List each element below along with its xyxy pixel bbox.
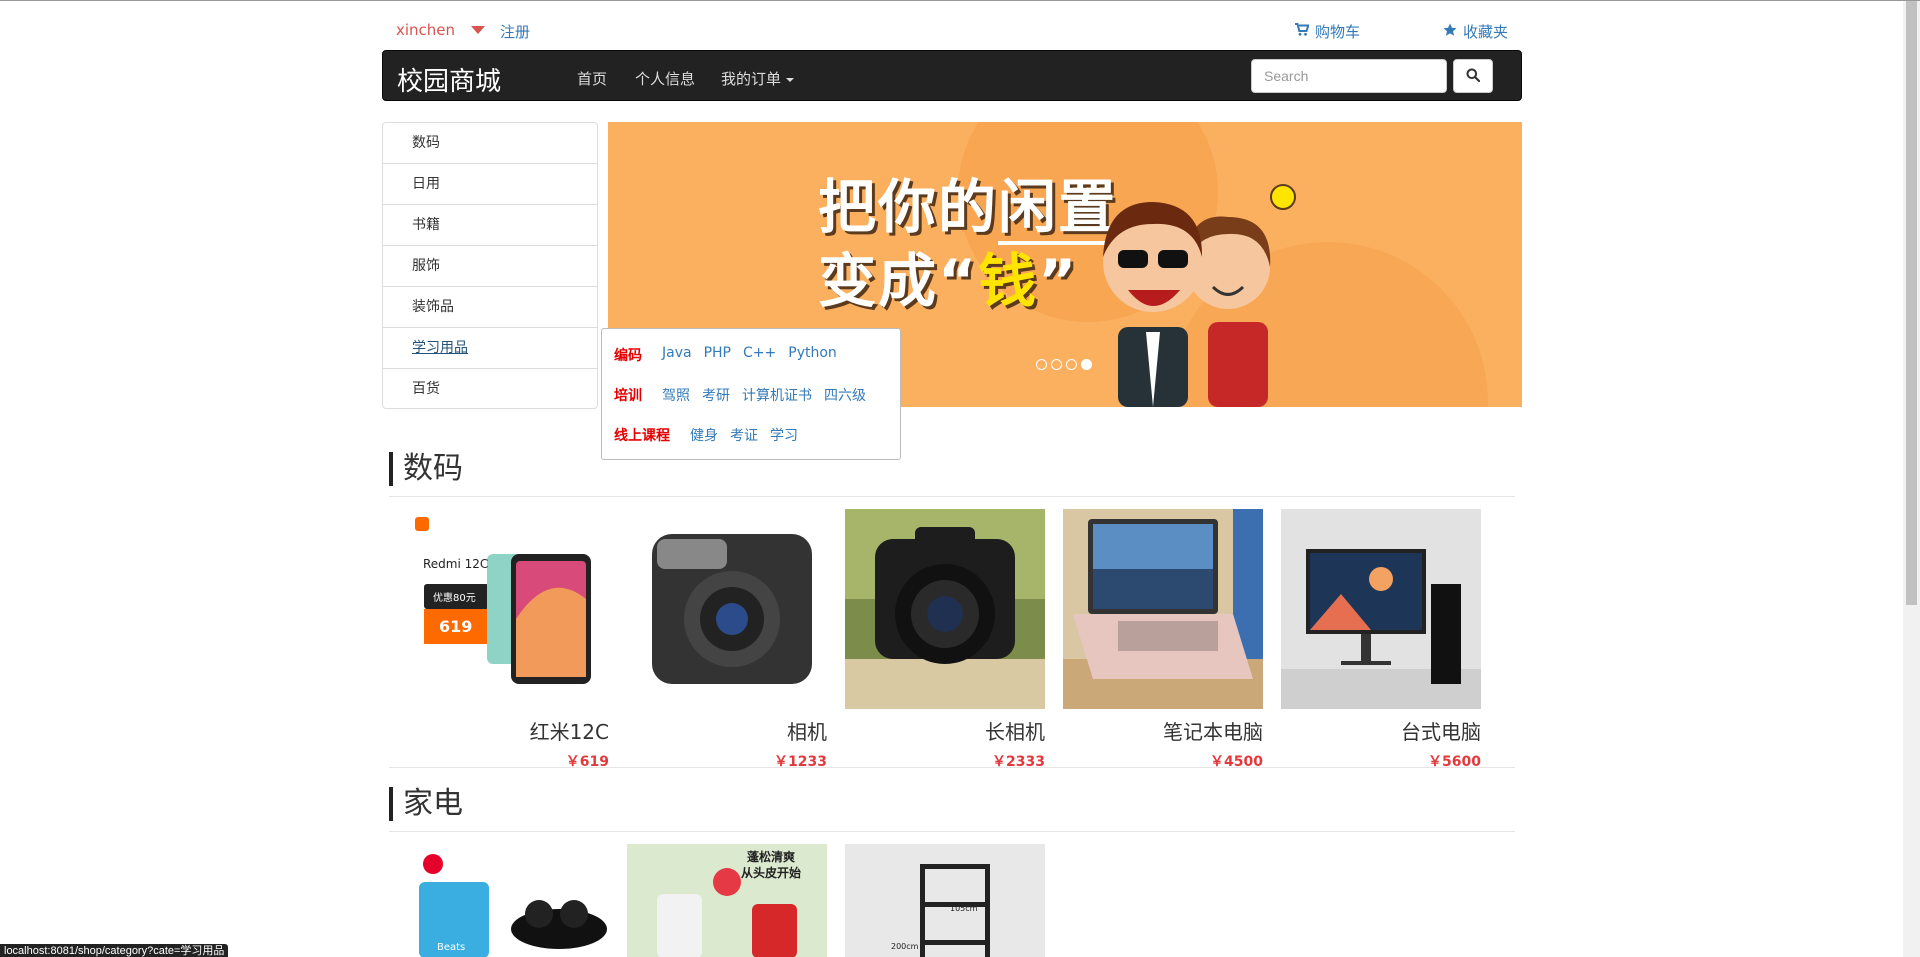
nav-orders-label: 我的订单 [721, 70, 782, 88]
carousel-indicators [1036, 359, 1092, 370]
category-item-study[interactable]: 学习用品 [382, 327, 598, 368]
category-item-general[interactable]: 百货 [382, 368, 598, 409]
product-price: ￥4500 [1210, 754, 1263, 770]
product-image[interactable] [1281, 509, 1481, 709]
carousel-dot[interactable] [1051, 359, 1062, 370]
popup-row: 线上课程 健身 考证 学习 [614, 425, 798, 445]
popup-link[interactable]: PHP [704, 345, 731, 365]
product-price: ￥1233 [774, 754, 827, 770]
product-image[interactable] [627, 509, 827, 709]
nav-profile[interactable]: 个人信息 [635, 68, 695, 89]
user-menu[interactable]: xinchen [396, 21, 486, 39]
category-list: 数码 日用 书籍 服饰 装饰品 学习用品 百货 [382, 122, 598, 409]
product-image-text: 优惠80元 [433, 593, 476, 604]
popup-link[interactable]: 考研 [702, 385, 730, 405]
cart-label: 购物车 [1314, 23, 1360, 41]
popup-link[interactable]: 健身 [690, 425, 718, 445]
banner-slogan: 把你的闲置 变成“钱” [818, 173, 1119, 315]
category-item-books[interactable]: 书籍 [382, 204, 598, 245]
product-price: ￥2333 [992, 754, 1045, 770]
product-card[interactable]: 相机 ￥1233 [627, 509, 827, 771]
product-image[interactable]: Beats [409, 844, 609, 957]
product-image-text: 从头皮开始 [741, 866, 802, 880]
scrollbar-thumb[interactable] [1906, 1, 1917, 605]
product-image-text: Redmi 12C [423, 557, 489, 571]
popup-row: 培训 驾照 考研 计算机证书 四六级 [614, 385, 866, 405]
section-divider [389, 767, 1515, 768]
popup-link[interactable]: 学习 [770, 425, 798, 445]
star-icon [1443, 23, 1457, 41]
favorites-link[interactable]: 收藏夹 [1443, 21, 1508, 42]
product-image[interactable]: 105cm 200cm [845, 844, 1045, 957]
product-image-text: Beats [437, 942, 466, 953]
section-divider [389, 496, 1515, 497]
category-item-decor[interactable]: 装饰品 [382, 286, 598, 327]
page-scrollbar[interactable] [1903, 1, 1920, 957]
favorites-label: 收藏夹 [1462, 23, 1508, 41]
section-title-appliances: 家电 [389, 787, 463, 821]
popup-link[interactable]: 计算机证书 [742, 385, 812, 405]
category-item-clothing[interactable]: 服饰 [382, 245, 598, 286]
product-card[interactable]: 蓬松清爽 从头皮开始 [627, 844, 827, 957]
popup-link[interactable]: Java [662, 345, 692, 365]
section-divider [389, 831, 1515, 832]
link-status-bar: localhost:8081/shop/category?cate=学习用品 [0, 944, 229, 957]
product-card[interactable]: 长相机 ￥2333 [845, 509, 1045, 771]
product-name[interactable]: 红米12C [409, 716, 609, 745]
popup-link[interactable]: Python [788, 345, 837, 365]
search-icon [1466, 68, 1481, 85]
carousel-dot-active[interactable] [1081, 359, 1092, 370]
product-card[interactable]: 笔记本电脑 ￥4500 [1063, 509, 1263, 771]
top-bar: xinchen 注册 购物车 收藏夹 [382, 1, 1522, 57]
popup-link[interactable]: 四六级 [824, 385, 866, 405]
product-price: ￥619 [565, 754, 609, 770]
username[interactable]: xinchen [396, 21, 455, 39]
carousel-dot[interactable] [1066, 359, 1077, 370]
navbar: 校园商城 首页 个人信息 我的订单 [382, 50, 1522, 101]
cartoon-characters [1103, 184, 1296, 407]
product-image-text: 200cm [891, 942, 919, 951]
category-item-daily[interactable]: 日用 [382, 163, 598, 204]
category-item-digital[interactable]: 数码 [382, 122, 598, 163]
product-image[interactable] [845, 509, 1045, 709]
popup-row-heading[interactable]: 编码 [614, 345, 642, 365]
product-price: ￥5600 [1428, 754, 1481, 770]
brand-logo[interactable]: 校园商城 [397, 61, 501, 98]
product-image[interactable] [1063, 509, 1263, 709]
product-card[interactable]: 105cm 200cm [845, 844, 1045, 957]
register-link[interactable]: 注册 [500, 21, 530, 42]
product-image-text: 105cm [950, 904, 978, 913]
product-name[interactable]: 笔记本电脑 [1063, 716, 1263, 745]
carousel-dot[interactable] [1036, 359, 1047, 370]
product-name[interactable]: 相机 [627, 716, 827, 745]
search-input[interactable] [1251, 59, 1447, 93]
popup-row-heading[interactable]: 线上课程 [614, 425, 670, 445]
product-image-text: 蓬松清爽 [747, 850, 796, 864]
subcategory-popup: 编码 Java PHP C++ Python 培训 驾照 考研 计算机证书 四六… [601, 328, 901, 460]
popup-link[interactable]: C++ [743, 345, 776, 365]
product-card[interactable]: Beats [409, 844, 609, 957]
product-card[interactable]: Redmi 12C 优惠80元 619 红米12C ￥619 [409, 509, 609, 771]
product-name[interactable]: 台式电脑 [1281, 716, 1481, 745]
nav-orders[interactable]: 我的订单 [721, 68, 795, 89]
caret-down-icon [786, 77, 795, 82]
popup-link[interactable]: 驾照 [662, 385, 690, 405]
popup-link[interactable]: 考证 [730, 425, 758, 445]
product-card[interactable]: 台式电脑 ￥5600 [1281, 509, 1481, 771]
cart-icon [1294, 23, 1310, 40]
product-image-text: 619 [439, 617, 473, 636]
product-image[interactable]: 蓬松清爽 从头皮开始 [627, 844, 827, 957]
popup-row-heading[interactable]: 培训 [614, 385, 642, 405]
popup-row: 编码 Java PHP C++ Python [614, 345, 837, 365]
nav-home[interactable]: 首页 [577, 68, 607, 89]
cart-link[interactable]: 购物车 [1294, 21, 1360, 42]
search-button[interactable] [1453, 59, 1493, 93]
caret-down-icon[interactable] [471, 26, 486, 34]
section-title-digital: 数码 [389, 452, 463, 486]
product-image[interactable]: Redmi 12C 优惠80元 619 [409, 509, 609, 709]
product-name[interactable]: 长相机 [845, 716, 1045, 745]
